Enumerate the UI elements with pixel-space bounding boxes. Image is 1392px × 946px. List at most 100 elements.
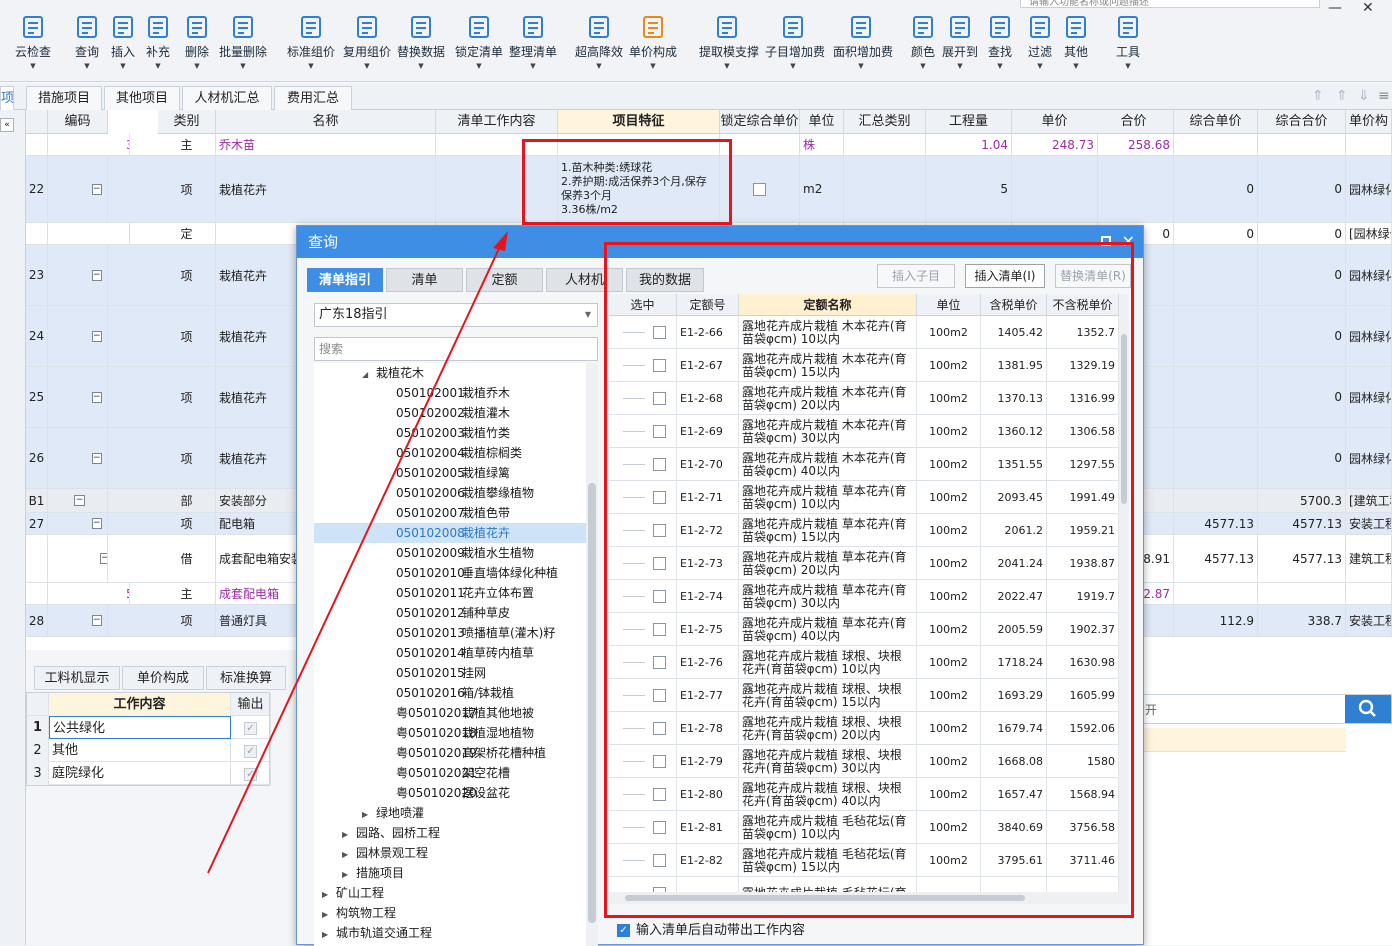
guide-select[interactable]: 广东18指引 ▼ [314,303,598,327]
collapse-minus-icon[interactable]: − [92,615,102,626]
dialog-tab-bill[interactable]: 清单 [386,268,463,292]
toolbar-button-8[interactable]: 替换数据 ▼ [393,14,449,70]
tree-item[interactable]: 050102007栽植色带 [314,503,586,523]
output-checkbox[interactable]: ✓ [244,745,257,758]
tree-scrollbar[interactable] [586,363,598,946]
tree-item[interactable]: 050102001栽植乔木 [314,383,586,403]
tree-item[interactable]: ▶ 绿地喷灌 [314,803,586,823]
tree-item[interactable]: 050102003栽植竹类 [314,423,586,443]
tree-item[interactable]: 050102010垂直墙体绿化种植 [314,563,586,583]
grid-header-code[interactable]: 编码 [48,110,108,134]
tree-item[interactable]: ◢ 栽植花木 [314,363,586,383]
tree-item[interactable]: 050102012铺种草皮 [314,603,586,623]
work-table-row[interactable]: 3 庭院绿化 ✓ [27,762,271,785]
tab-fee-summary[interactable]: 费用汇总 [274,86,352,110]
toolbar-button-10[interactable]: 整理清单 ▼ [505,14,561,70]
tree-item[interactable]: 050102008栽植花卉 [314,523,586,543]
toolbar-button-7[interactable]: 复用组价 ▼ [339,14,395,70]
toolbar-button-6[interactable]: 标准组价 ▼ [283,14,339,70]
tree-item[interactable]: 050102016箱/钵栽植 [314,683,586,703]
toolbar-button-5[interactable]: 批量删除 ▼ [215,14,271,70]
toolbar-button-21[interactable]: 工具 ▼ [1100,14,1156,70]
collapse-minus-icon[interactable]: − [92,518,102,529]
grid-header-feature[interactable]: 项目特征 [558,110,720,134]
grid-header-qty[interactable]: 工程量 [926,110,1012,134]
tree-item[interactable]: 050102015挂网 [314,663,586,683]
tree-search-input[interactable]: 搜索 [314,337,598,361]
dialog-tab-quota[interactable]: 定额 [466,268,543,292]
lock-price-checkbox[interactable] [753,182,766,196]
grid-header-name[interactable]: 名称 [216,110,436,134]
toolbar-button-9[interactable]: 锁定清单 ▼ [451,14,507,70]
tab-labor-material-summary[interactable]: 人材机汇总 [182,86,272,110]
toolbar-button-0[interactable]: 云检查 ▼ [5,14,61,70]
grid-header-comp[interactable]: 单价构成 [1346,110,1392,153]
tree-item[interactable]: ▶ 城市轨道交通工程 [314,923,586,943]
tab-measures[interactable]: 措施项目 [26,86,102,110]
grid-header-total[interactable]: 合价 [1094,110,1174,134]
move-up-icon[interactable]: ⇑ [1336,88,1348,104]
tree-item[interactable]: ▶ 措施项目 [314,863,586,883]
collapsed-triangle-icon[interactable]: ▶ [322,905,336,925]
output-checkbox[interactable]: ✓ [244,722,257,735]
tab-items[interactable]: 项 [0,86,14,110]
tree-item[interactable]: 粤050102020摆设盆花 [314,783,586,803]
grid-header-price[interactable]: 单价 [1012,110,1098,134]
toolbar-button-14[interactable]: 子目增加费 ▼ [765,14,825,70]
collapse-minus-icon[interactable]: − [92,330,102,342]
collapse-left-icon[interactable]: « [0,118,14,132]
work-table-row[interactable]: 2 其他 ✓ [27,739,271,762]
move-top-icon[interactable]: ⇑ [1312,88,1324,104]
collapsed-triangle-icon[interactable]: ▶ [342,845,356,865]
collapse-minus-icon[interactable]: − [92,269,102,281]
tab-unit-price-composition[interactable]: 单价构成 [122,666,204,690]
tree-item[interactable]: 050102005栽植绿篱 [314,463,586,483]
work-row-content[interactable]: 庭院绿化 [49,762,231,785]
right-search-input[interactable]: 开 [1140,694,1392,724]
grid-header-work[interactable]: 清单工作内容 [436,110,558,134]
tree-item[interactable]: 粤050102017栽植其他地被 [314,703,586,723]
grid-header-lock[interactable]: 锁定综合单价 [720,110,800,134]
grid-header-summary[interactable]: 汇总类别 [844,110,926,134]
toolbar-button-15[interactable]: 面积增加费 ▼ [833,14,893,70]
tree-item[interactable]: 050102006栽植攀缘植物 [314,483,586,503]
dialog-tab-guide[interactable]: 清单指引 [307,268,383,292]
tree-item[interactable]: 050102009栽植水生植物 [314,543,586,563]
function-search-input[interactable]: 请输入功能名称或问题描述 [1020,0,1320,8]
toolbar-button-12[interactable]: 单价构成 ▼ [625,14,681,70]
grid-header-unit[interactable]: 单位 [800,110,844,134]
toolbar-button-13[interactable]: 提取模支撑 ▼ [699,14,759,70]
auto-work-content-checkbox[interactable]: ✓ 输入清单后自动带出工作内容 [617,923,805,939]
collapsed-triangle-icon[interactable]: ▶ [362,805,376,825]
close-window-icon[interactable]: ✕ [1362,0,1374,16]
minimize-icon[interactable]: — [1328,0,1342,16]
collapsed-triangle-icon[interactable]: ▶ [322,925,336,945]
tree-item[interactable]: ▶ 园路、园桥工程 [314,823,586,843]
tree-item[interactable]: 050102013喷播植草(灌木)籽 [314,623,586,643]
tree-item[interactable]: 050102002栽植灌木 [314,403,586,423]
tab-standard-conversion[interactable]: 标准换算 [206,666,286,690]
tree-item[interactable]: ▶ 矿山工程 [314,883,586,903]
collapse-minus-icon[interactable]: − [100,553,107,564]
expanded-triangle-icon[interactable]: ◢ [362,365,376,385]
collapse-minus-icon[interactable]: − [92,391,102,403]
work-row-content[interactable]: 其他 [49,739,231,762]
tree-item[interactable]: ▶ 园林景观工程 [314,843,586,863]
work-table-row[interactable]: 1 公共绿化 ✓ [27,716,271,739]
search-button[interactable] [1345,695,1391,723]
grid-header-type[interactable]: 类别 [158,110,216,134]
collapsed-triangle-icon[interactable]: ▶ [342,865,356,885]
menu-icon[interactable]: ≡ [1378,88,1390,104]
tree-item[interactable]: 粤050102019高架桥花槽种植 [314,743,586,763]
collapse-minus-icon[interactable]: − [92,183,102,195]
output-checkbox[interactable]: ✓ [244,768,257,781]
tree-item[interactable]: 050102004栽植棕榈类 [314,443,586,463]
tree-item[interactable]: 050102014植草砖内植草 [314,643,586,663]
tab-other-items[interactable]: 其他项目 [104,86,180,110]
toolbar-button-11[interactable]: 超高降效 ▼ [571,14,627,70]
grid-header-utotal[interactable]: 综合合价 [1258,110,1346,134]
grid-header-uprice[interactable]: 综合单价 [1174,110,1258,134]
collapse-minus-icon[interactable]: − [74,495,85,506]
toolbar-button-20[interactable]: 其他 ▼ [1048,14,1104,70]
work-row-content[interactable]: 公共绿化 [49,716,231,739]
